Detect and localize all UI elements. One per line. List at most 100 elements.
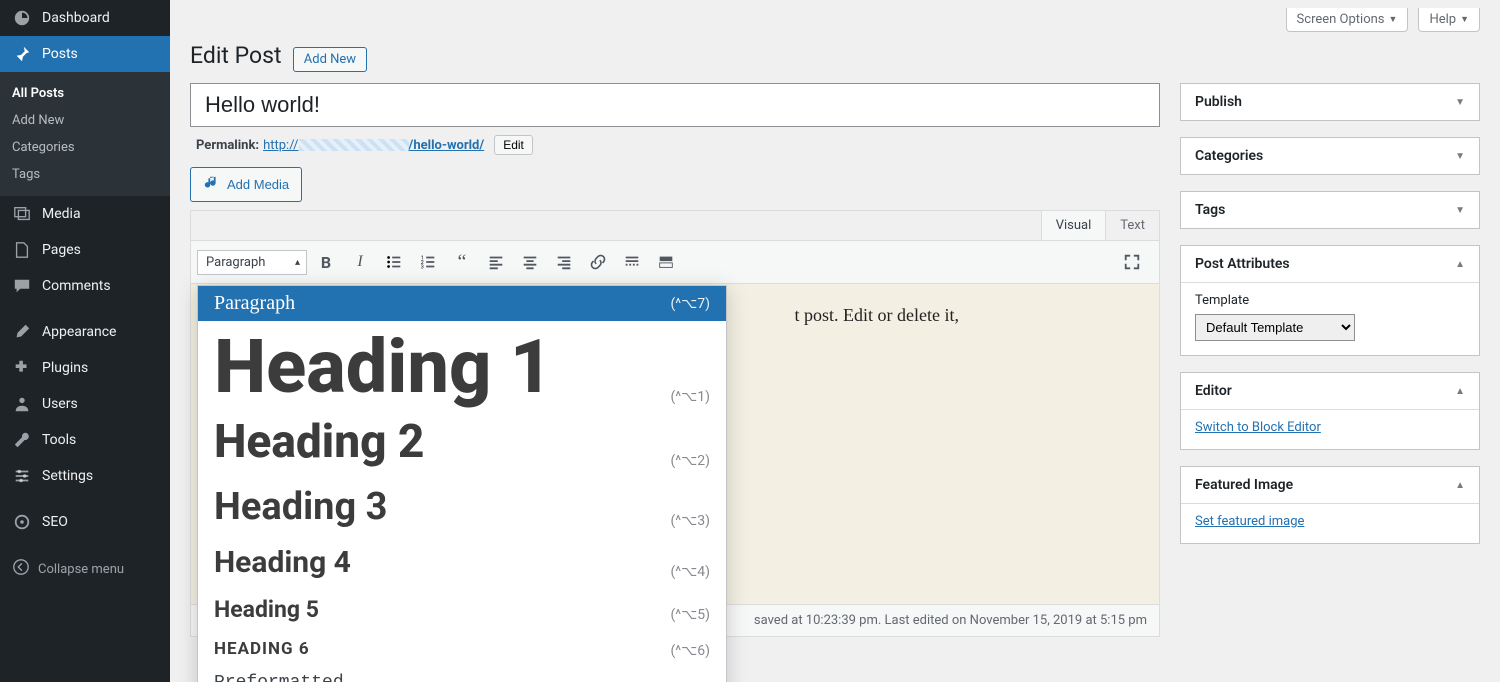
sidebar-label: Appearance <box>42 324 116 340</box>
collapse-label: Collapse menu <box>38 562 124 577</box>
brush-icon <box>12 322 32 342</box>
permalink-link[interactable]: http:///hello-world/ <box>263 138 484 153</box>
user-icon <box>12 394 32 414</box>
read-more-button[interactable] <box>617 247 647 277</box>
format-option-h2[interactable]: Heading 2 (^⌥2) <box>198 407 726 477</box>
main-content: Screen Options▼ Help▼ Edit Post Add New … <box>170 0 1500 682</box>
comment-icon <box>12 276 32 296</box>
sidebar-item-media[interactable]: Media <box>0 196 170 232</box>
sidebar-item-pages[interactable]: Pages <box>0 232 170 268</box>
sidebar-subitem-tags[interactable]: Tags <box>0 161 170 188</box>
editor-tab-text[interactable]: Text <box>1105 211 1159 240</box>
sidebar-item-plugins[interactable]: Plugins <box>0 350 170 386</box>
metabox-editor-toggle[interactable]: Editor▲ <box>1181 373 1479 409</box>
metabox-categories: Categories▼ <box>1180 137 1480 175</box>
format-dropdown-button[interactable]: Paragraph <box>197 250 307 275</box>
bold-button[interactable]: B <box>311 247 341 277</box>
sidebar-label: Comments <box>42 278 111 294</box>
sidebar-submenu-posts: All Posts Add New Categories Tags <box>0 72 170 196</box>
sidebar-subitem-categories[interactable]: Categories <box>0 134 170 161</box>
music-note-icon <box>203 174 221 195</box>
help-button[interactable]: Help ▼ <box>1418 8 1480 32</box>
permalink-edit-button[interactable]: Edit <box>494 135 533 155</box>
metabox-post-attributes: Post Attributes▲ Template Default Templa… <box>1180 245 1480 356</box>
help-label: Help <box>1429 12 1456 27</box>
sidebar-item-dashboard[interactable]: Dashboard <box>0 0 170 36</box>
sidebar-label: Plugins <box>42 360 88 376</box>
link-button[interactable] <box>583 247 613 277</box>
chevron-down-icon: ▼ <box>1389 14 1398 25</box>
metabox-featured-image: Featured Image▲ Set featured image <box>1180 466 1480 544</box>
sidebar-item-appearance[interactable]: Appearance <box>0 314 170 350</box>
sidebar-label: Settings <box>42 468 93 484</box>
align-left-button[interactable] <box>481 247 511 277</box>
metabox-tags-toggle[interactable]: Tags▼ <box>1181 192 1479 228</box>
bullet-list-button[interactable] <box>379 247 409 277</box>
sidebar-item-settings[interactable]: Settings <box>0 458 170 494</box>
dashboard-icon <box>12 8 32 28</box>
template-select[interactable]: Default Template <box>1195 314 1355 341</box>
sidebar-label: Tools <box>42 432 76 448</box>
sidebar-item-tools[interactable]: Tools <box>0 422 170 458</box>
toolbar-toggle-button[interactable] <box>651 247 681 277</box>
blockquote-button[interactable]: “ <box>447 247 477 277</box>
chevron-down-icon: ▼ <box>1455 205 1465 216</box>
chevron-up-icon: ▲ <box>1455 480 1465 491</box>
numbered-list-button[interactable]: 123 <box>413 247 443 277</box>
metabox-publish-toggle[interactable]: Publish▼ <box>1181 84 1479 120</box>
metabox-featured-image-toggle[interactable]: Featured Image▲ <box>1181 467 1479 503</box>
format-option-h1[interactable]: Heading 1 (^⌥1) <box>198 321 726 407</box>
collapse-icon <box>12 558 30 580</box>
wrench-icon <box>12 430 32 450</box>
sidebar-item-users[interactable]: Users <box>0 386 170 422</box>
italic-button[interactable]: I <box>345 247 375 277</box>
sidebar-label: Users <box>42 396 78 412</box>
sidebar-item-posts[interactable]: Posts <box>0 36 170 72</box>
permalink-label: Permalink: <box>196 138 259 153</box>
sidebar-label: Posts <box>42 46 78 62</box>
format-option-h6[interactable]: HEADING 6 (^⌥6) <box>198 631 726 667</box>
chevron-down-icon: ▼ <box>1455 97 1465 108</box>
sidebar-label: Pages <box>42 242 81 258</box>
switch-block-editor-link[interactable]: Switch to Block Editor <box>1195 420 1321 435</box>
add-new-button[interactable]: Add New <box>293 47 367 72</box>
pin-icon <box>12 44 32 64</box>
screen-options-button[interactable]: Screen Options▼ <box>1286 8 1409 32</box>
format-option-h3[interactable]: Heading 3 (^⌥3) <box>198 477 726 537</box>
chevron-down-icon: ▼ <box>1455 151 1465 162</box>
svg-text:3: 3 <box>421 264 424 270</box>
metabox-post-attributes-toggle[interactable]: Post Attributes▲ <box>1181 246 1479 282</box>
align-right-button[interactable] <box>549 247 579 277</box>
add-media-button[interactable]: Add Media <box>190 167 302 202</box>
chevron-down-icon: ▼ <box>1460 14 1469 25</box>
metabox-categories-toggle[interactable]: Categories▼ <box>1181 138 1479 174</box>
set-featured-image-link[interactable]: Set featured image <box>1195 514 1304 529</box>
seo-icon <box>12 512 32 532</box>
permalink-row: Permalink: http:///hello-world/ Edit <box>196 135 1160 155</box>
media-icon <box>12 204 32 224</box>
post-title-input[interactable] <box>190 83 1160 127</box>
align-center-button[interactable] <box>515 247 545 277</box>
chevron-up-icon: ▲ <box>1455 386 1465 397</box>
page-icon <box>12 240 32 260</box>
fullscreen-button[interactable] <box>1117 247 1147 277</box>
format-option-h4[interactable]: Heading 4 (^⌥4) <box>198 537 726 588</box>
sidebar-item-seo[interactable]: SEO <box>0 504 170 540</box>
sidebar-label: SEO <box>42 514 68 530</box>
editor-container: Visual Text Paragraph B I 123 “ <box>190 210 1160 605</box>
format-option-h5[interactable]: Heading 5 (^⌥5) <box>198 588 726 631</box>
sidebar-item-comments[interactable]: Comments <box>0 268 170 304</box>
editor-toolbar: Paragraph B I 123 “ <box>191 241 1159 284</box>
sidebar-label: Dashboard <box>42 10 110 26</box>
format-option-paragraph[interactable]: Paragraph (^⌥7) <box>198 286 726 321</box>
permalink-host-obscured <box>299 139 409 151</box>
editor-tab-visual[interactable]: Visual <box>1041 211 1106 240</box>
collapse-menu-button[interactable]: Collapse menu <box>0 550 170 588</box>
plugin-icon <box>12 358 32 378</box>
sliders-icon <box>12 466 32 486</box>
add-media-label: Add Media <box>227 177 289 192</box>
format-option-preformatted[interactable]: Preformatted <box>198 667 726 682</box>
sidebar-subitem-all-posts[interactable]: All Posts <box>0 80 170 107</box>
page-title: Edit Post <box>190 42 282 69</box>
sidebar-subitem-add-new[interactable]: Add New <box>0 107 170 134</box>
